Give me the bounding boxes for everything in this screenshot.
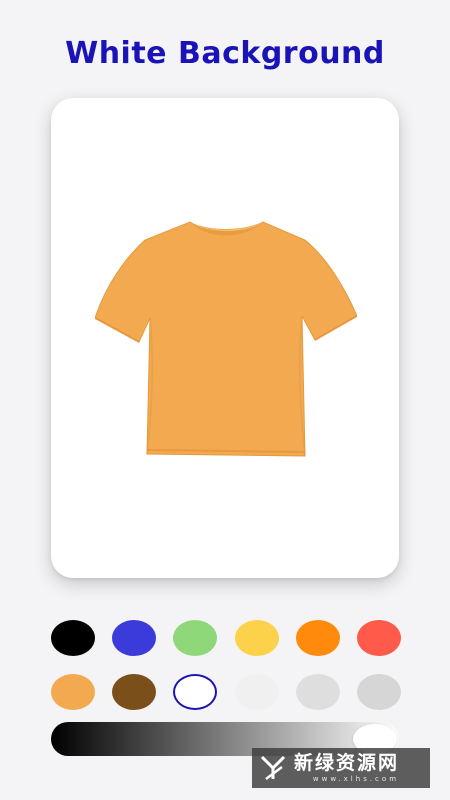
background-editor-screen: White Background 新绿资源网 www.xlhs.com [0, 0, 450, 800]
color-palette [51, 620, 401, 728]
color-swatch[interactable] [173, 620, 218, 656]
xl-logo-icon [260, 755, 286, 780]
palette-row-1 [51, 620, 401, 656]
color-swatch[interactable] [112, 620, 157, 656]
color-swatch[interactable] [295, 674, 340, 710]
color-swatch[interactable] [234, 674, 279, 710]
tshirt-icon [95, 221, 357, 457]
color-swatch[interactable] [51, 674, 95, 710]
color-swatch[interactable] [51, 620, 95, 656]
page-title: White Background [65, 36, 385, 71]
color-swatch[interactable] [356, 674, 401, 710]
color-swatch[interactable] [356, 620, 401, 656]
watermark-url: www.xlhs.com [312, 774, 400, 783]
color-swatch[interactable] [112, 674, 157, 710]
watermark: 新绿资源网 www.xlhs.com [252, 748, 430, 788]
color-swatch[interactable] [234, 620, 279, 656]
palette-row-2 [51, 674, 401, 710]
color-swatch[interactable] [295, 620, 340, 656]
watermark-text: 新绿资源网 [294, 751, 400, 774]
color-swatch-selected[interactable] [173, 674, 218, 710]
preview-card [51, 98, 399, 578]
